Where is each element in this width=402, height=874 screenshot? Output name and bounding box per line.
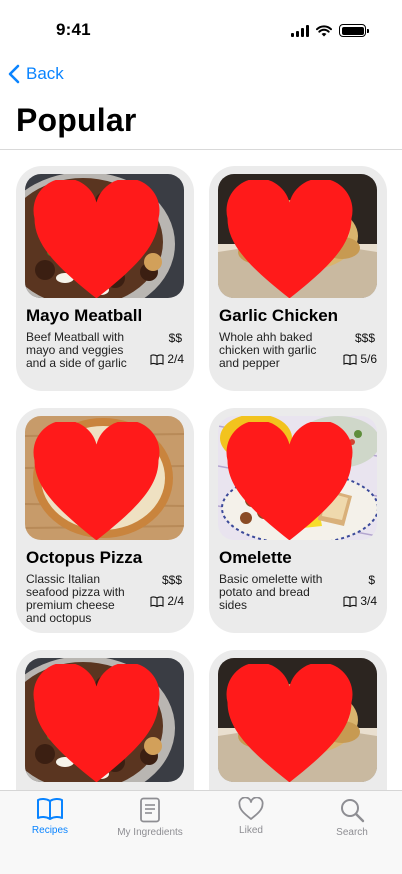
heart-icon	[238, 797, 264, 820]
recipe-price: $$	[168, 331, 182, 345]
tab-label: Recipes	[31, 825, 69, 836]
recipe-card[interactable]: Garlic Chicken Whole ahh baked chicken w…	[209, 166, 387, 391]
chevron-left-icon	[8, 64, 20, 84]
back-label: Back	[26, 64, 64, 83]
recipe-price: $$$	[161, 573, 182, 587]
recipe-title: Octopus Pizza	[26, 548, 143, 567]
recipe-steps: 2/4	[150, 352, 184, 366]
recipe-description: Beef Meatball with mayo and veggies and …	[26, 330, 127, 370]
recipe-description: Basic omelette with potato and bread sid…	[219, 572, 323, 612]
book-open-icon	[150, 353, 164, 365]
tab-label: My Ingredients	[117, 827, 183, 838]
heart-icon[interactable]	[218, 422, 369, 540]
heart-icon[interactable]	[218, 664, 369, 782]
tab-liked[interactable]: Liked	[201, 797, 301, 836]
pizza-image	[25, 416, 184, 540]
roast-chicken-image	[218, 174, 377, 298]
book-open-icon	[150, 595, 164, 607]
recipe-title: Mayo Meatball	[26, 306, 143, 325]
roast-chicken-image	[218, 658, 377, 782]
status-time: 9:41	[56, 20, 91, 39]
heart-icon[interactable]	[25, 180, 176, 298]
status-icons	[291, 24, 369, 37]
book-icon	[37, 797, 63, 820]
back-button[interactable]: Back	[8, 64, 64, 84]
tab-label: Liked	[239, 825, 263, 836]
recipe-title: Omelette	[219, 548, 292, 567]
header-divider	[0, 149, 402, 150]
recipe-steps-text: 2/4	[167, 594, 184, 608]
tab-label: Search	[336, 827, 368, 838]
tab-search[interactable]: Search	[302, 797, 402, 838]
recipe-card[interactable]: Mayo Meatball Beef Meatball with mayo an…	[16, 166, 194, 391]
recipe-description: Classic Italian seafood pizza with premi…	[26, 572, 125, 625]
recipe-price: $	[368, 573, 375, 587]
tab-my-ingredients[interactable]: My Ingredients	[100, 797, 200, 838]
heart-icon[interactable]	[25, 422, 176, 540]
battery-icon	[339, 24, 369, 37]
recipe-steps-text: 5/6	[360, 352, 377, 366]
wifi-icon	[316, 24, 332, 36]
recipe-steps-text: 3/4	[360, 594, 377, 608]
tab-recipes[interactable]: Recipes	[0, 797, 100, 836]
recipe-steps: 3/4	[343, 594, 377, 608]
omelette-plate-image	[218, 416, 377, 540]
recipe-steps: 2/4	[150, 594, 184, 608]
recipe-card[interactable]: Omelette Basic omelette with potato and …	[209, 408, 387, 633]
heart-icon[interactable]	[218, 180, 369, 298]
meatball-dish-image	[25, 174, 184, 298]
recipe-card[interactable]: Octopus Pizza Classic Italian seafood pi…	[16, 408, 194, 633]
recipe-price: $$$	[354, 331, 375, 345]
recipe-steps-text: 2/4	[167, 352, 184, 366]
cellular-signal-icon	[291, 24, 309, 37]
document-icon	[140, 797, 160, 823]
recipe-title: Garlic Chicken	[219, 306, 339, 325]
status-bar: 9:41	[0, 0, 402, 56]
book-open-icon	[343, 595, 357, 607]
book-open-icon	[343, 353, 357, 365]
tab-bar: Recipes My Ingredients Liked Search	[0, 790, 402, 874]
recipe-steps: 5/6	[343, 352, 377, 366]
search-icon	[341, 799, 365, 823]
meatball-dish-image	[25, 658, 184, 782]
heart-icon[interactable]	[25, 664, 176, 782]
page-title: Popular	[16, 102, 137, 138]
recipe-description: Whole ahh baked chicken with garlic and …	[219, 330, 317, 370]
